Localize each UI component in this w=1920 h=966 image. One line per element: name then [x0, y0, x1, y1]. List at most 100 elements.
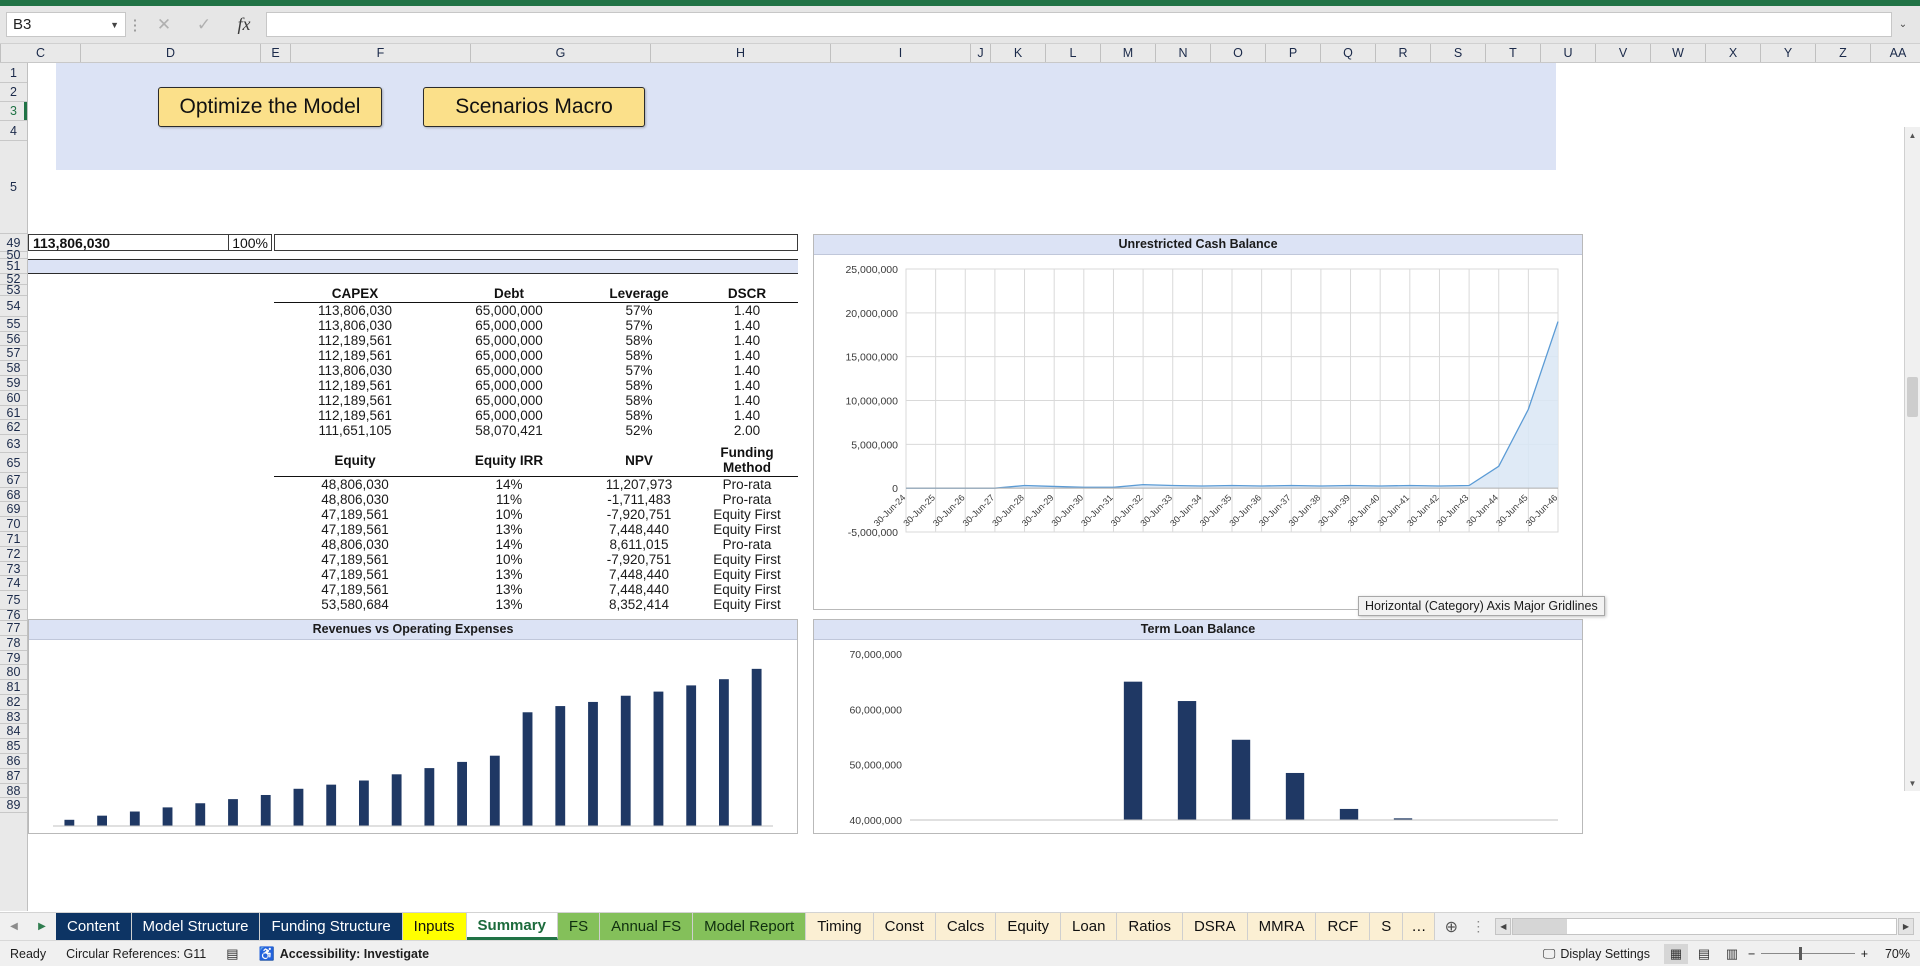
table-cell[interactable]: 113,806,030: [274, 363, 442, 378]
table-cell[interactable]: Pro-rata: [702, 477, 798, 492]
table-row[interactable]: 112,189,561 65,000,000 58% 1.40: [28, 348, 798, 363]
table-cell[interactable]: 58%: [582, 348, 702, 363]
chart-plot-area[interactable]: 40,000,000 50,000,000 60,000,000 70,000,000: [814, 640, 1582, 836]
table-cell[interactable]: 65,000,000: [442, 348, 582, 363]
table-cell[interactable]: [28, 522, 274, 537]
row-header-61[interactable]: 61: [0, 406, 27, 420]
table-cell[interactable]: 13%: [442, 597, 582, 612]
row-header-69[interactable]: 69: [0, 502, 27, 517]
add-sheet-icon[interactable]: ⊕: [1435, 913, 1467, 940]
sheet-tab-rcf[interactable]: RCF: [1316, 913, 1371, 940]
select-all-corner[interactable]: [0, 44, 1, 62]
sheet-tab-model-structure[interactable]: Model Structure: [131, 913, 261, 940]
table-row[interactable]: 113,806,030 65,000,000 57% 1.40: [28, 363, 798, 378]
hscroll-track[interactable]: [1512, 917, 1897, 935]
table-cell[interactable]: [28, 378, 274, 393]
column-header-E[interactable]: E: [261, 44, 291, 62]
row-header-4[interactable]: 4: [0, 121, 27, 141]
sheet-tab-annual-fs[interactable]: Annual FS: [600, 913, 694, 940]
row-header-72[interactable]: 72: [0, 547, 27, 562]
cell-total-percent[interactable]: 100%: [228, 234, 272, 251]
more-options-icon[interactable]: ⋮: [126, 16, 144, 34]
table-cell[interactable]: 47,189,561: [274, 582, 442, 597]
table-cell[interactable]: 65,000,000: [442, 393, 582, 408]
column-header-W[interactable]: W: [1651, 44, 1706, 62]
sheet-tab-overflow[interactable]: …: [1403, 913, 1436, 940]
chart-plot-area[interactable]: -5,000,000 0 5,000,000 10,000,000 15,000,000…: [814, 255, 1582, 612]
table-cell[interactable]: [28, 507, 274, 522]
row-header-60[interactable]: 60: [0, 391, 27, 406]
table-row[interactable]: 47,189,561 13% 7,448,440 Equity First: [28, 582, 798, 597]
scroll-down-icon[interactable]: ▼: [1905, 775, 1920, 791]
row-header-1[interactable]: 1: [0, 63, 27, 83]
table-cell[interactable]: 112,189,561: [274, 408, 442, 423]
table-cell[interactable]: [28, 552, 274, 567]
table-row[interactable]: 47,189,561 13% 7,448,440 Equity First: [28, 522, 798, 537]
table-cell[interactable]: 58%: [582, 408, 702, 423]
row-header-57[interactable]: 57: [0, 346, 27, 361]
row-header-88[interactable]: 88: [0, 784, 27, 798]
worksheet-canvas[interactable]: Optimize the Model Scenarios Macro 113,8…: [28, 63, 1920, 911]
table-cell[interactable]: 65,000,000: [442, 363, 582, 378]
scenarios-macro-button[interactable]: Scenarios Macro: [423, 87, 645, 127]
table-cell[interactable]: Equity First: [702, 567, 798, 582]
cell-row49-empty[interactable]: [274, 234, 798, 251]
row-header-76[interactable]: 76: [0, 608, 27, 622]
zoom-out-icon[interactable]: −: [1748, 947, 1755, 961]
column-header-C[interactable]: C: [1, 44, 81, 62]
table-cell[interactable]: 65,000,000: [442, 378, 582, 393]
row-header-71[interactable]: 71: [0, 532, 27, 547]
row-header-58[interactable]: 58: [0, 361, 27, 376]
row-header-59[interactable]: 59: [0, 376, 27, 391]
table-cell[interactable]: 1.40: [702, 348, 798, 363]
column-header-S[interactable]: S: [1431, 44, 1486, 62]
table-row[interactable]: 47,189,561 10% -7,920,751 Equity First: [28, 507, 798, 522]
row-header-50[interactable]: 50: [0, 248, 27, 262]
normal-view-icon[interactable]: ▦: [1664, 943, 1688, 964]
table-cell[interactable]: 58,070,421: [442, 423, 582, 438]
table-cell[interactable]: 112,189,561: [274, 378, 442, 393]
vertical-scrollbar[interactable]: ▲ ▼: [1904, 127, 1920, 791]
sheet-tab-fs[interactable]: FS: [557, 913, 601, 940]
table-cell[interactable]: 111,651,105: [274, 423, 442, 438]
table-row[interactable]: 48,806,030 11% -1,711,483 Pro-rata: [28, 492, 798, 507]
sheet-tab-loan[interactable]: Loan: [1061, 913, 1118, 940]
column-header-M[interactable]: M: [1101, 44, 1156, 62]
table-row[interactable]: 113,806,030 65,000,000 57% 1.40: [28, 318, 798, 333]
table-row[interactable]: 47,189,561 13% 7,448,440 Equity First: [28, 567, 798, 582]
chevron-down-icon[interactable]: ▼: [110, 20, 119, 30]
table-cell[interactable]: 13%: [442, 522, 582, 537]
zoom-slider-handle[interactable]: [1798, 947, 1802, 960]
table-cell[interactable]: 1.40: [702, 303, 798, 318]
row-header-84[interactable]: 84: [0, 724, 27, 739]
table-row[interactable]: 48,806,030 14% 8,611,015 Pro-rata: [28, 537, 798, 552]
row-header-62[interactable]: 62: [0, 420, 27, 435]
check-icon[interactable]: ✓: [184, 12, 224, 37]
sheet-tab-content[interactable]: Content: [56, 913, 132, 940]
column-header-Z[interactable]: Z: [1816, 44, 1871, 62]
table-cell[interactable]: 112,189,561: [274, 348, 442, 363]
table-cell[interactable]: [28, 318, 274, 333]
row-header-5[interactable]: 5: [0, 141, 27, 234]
tab-next-icon[interactable]: ▶: [38, 921, 46, 932]
row-header-68[interactable]: 68: [0, 488, 27, 502]
table-cell[interactable]: Equity First: [702, 597, 798, 612]
table-cell[interactable]: Pro-rata: [702, 492, 798, 507]
sheet-tab-equity[interactable]: Equity: [996, 913, 1062, 940]
sheet-tab-model-report[interactable]: Model Report: [693, 913, 807, 940]
table-cell[interactable]: 57%: [582, 318, 702, 333]
table-cell[interactable]: [28, 582, 274, 597]
table-row[interactable]: 112,189,561 65,000,000 58% 1.40: [28, 333, 798, 348]
row-header-80[interactable]: 80: [0, 665, 27, 680]
table-cell[interactable]: 7,448,440: [582, 582, 702, 597]
sheet-tab-funding-structure[interactable]: Funding Structure: [260, 913, 403, 940]
cell-total-capex[interactable]: 113,806,030: [28, 234, 228, 251]
row-header-63[interactable]: 63: [0, 435, 27, 453]
table-cell[interactable]: 58%: [582, 378, 702, 393]
table-row[interactable]: 112,189,561 65,000,000 58% 1.40: [28, 393, 798, 408]
table-cell[interactable]: 65,000,000: [442, 303, 582, 318]
table-row[interactable]: 47,189,561 10% -7,920,751 Equity First: [28, 552, 798, 567]
table-cell[interactable]: 8,611,015: [582, 537, 702, 552]
table-cell[interactable]: 48,806,030: [274, 537, 442, 552]
table-cell[interactable]: 47,189,561: [274, 507, 442, 522]
